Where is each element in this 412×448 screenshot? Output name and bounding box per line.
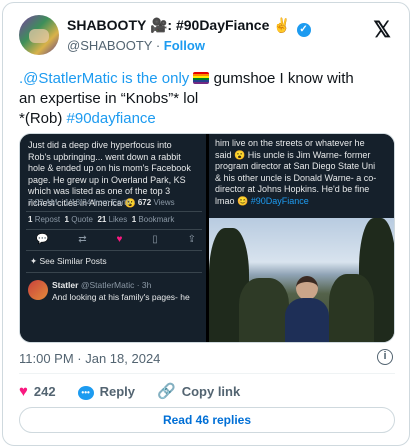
follow-button[interactable]: Follow [164, 38, 205, 53]
person-figure [285, 276, 329, 342]
post-stats: 1 Repost 1 Quote 21 Likes 1 Bookmark [28, 215, 175, 224]
landscape-photo [209, 218, 394, 342]
divider [26, 211, 202, 212]
action-bar: ♥ 242 ••• Reply 🔗 Copy link [19, 381, 262, 401]
comment-icon: 💬 [36, 234, 49, 245]
rainbow-flag-icon [193, 72, 210, 84]
avatar[interactable] [19, 15, 59, 55]
repost-icon: ⇄ [78, 234, 87, 245]
x-logo-icon[interactable]: 𝕏 [373, 17, 391, 43]
reply-bubble-icon: ••• [77, 386, 94, 400]
info-icon[interactable]: i [377, 349, 393, 365]
display-name[interactable]: SHABOOTY 🎥: #90DayFiance ✌ [67, 17, 291, 33]
verified-badge-icon: ✓ [296, 23, 311, 37]
screenshot-right[interactable]: him live on the streets or whatever he s… [209, 134, 394, 342]
sparkle-icon: ✦ [30, 256, 38, 266]
hashtag-link[interactable]: #90dayfiance [67, 110, 156, 127]
post-meta: 7:02 AM · 1/18/24 from Earth · 672 Views [28, 198, 175, 207]
author-name[interactable]: SHABOOTY 🎥: #90DayFiance ✌ ✓ [67, 17, 311, 37]
bookmark-icon: ▯ [152, 234, 158, 245]
link-icon: 🔗 [157, 383, 176, 400]
divider [26, 250, 202, 251]
heart-icon: ♥ [116, 234, 123, 245]
like-count: 242 [33, 383, 56, 399]
screenshot-left[interactable]: Just did a deep dive hyperfocus into Rob… [20, 134, 206, 342]
post-actions: 💬 ⇄ ♥ ▯ ⇪ [36, 234, 196, 245]
divider [26, 229, 202, 230]
tweet-text: .@StatlerMatic is the only gumshoe I kno… [19, 70, 354, 127]
see-similar-posts: ✦ See Similar Posts [30, 256, 107, 266]
reply-author: Statler @StatlerMatic · 3h [52, 280, 152, 290]
reply-avatar [28, 280, 48, 300]
divider [26, 272, 202, 273]
handle-row: @SHABOOTY · Follow [67, 38, 205, 53]
read-replies-button[interactable]: Read 46 replies [19, 407, 395, 433]
divider [19, 373, 395, 374]
copy-link-button[interactable]: 🔗 Copy link [157, 382, 240, 400]
screenshot-right-text: him live on the streets or whatever he s… [215, 138, 377, 206]
media-grid[interactable]: Just did a deep dive hyperfocus into Rob… [19, 133, 395, 343]
share-icon: ⇪ [187, 234, 196, 245]
post-timestamp[interactable]: 11:00 PM · Jan 18, 2024 [19, 351, 160, 366]
reply-text: And looking at his family's pages- he [52, 292, 190, 302]
mention-link[interactable]: .@StatlerMatic is the only [19, 70, 189, 87]
tweet-card: SHABOOTY 🎥: #90DayFiance ✌ ✓ @SHABOOTY ·… [2, 2, 410, 446]
author-handle[interactable]: @SHABOOTY [67, 38, 152, 53]
heart-icon: ♥ [19, 382, 28, 400]
reply-button[interactable]: ••• Reply [77, 382, 135, 400]
like-button[interactable]: ♥ 242 [19, 383, 56, 400]
